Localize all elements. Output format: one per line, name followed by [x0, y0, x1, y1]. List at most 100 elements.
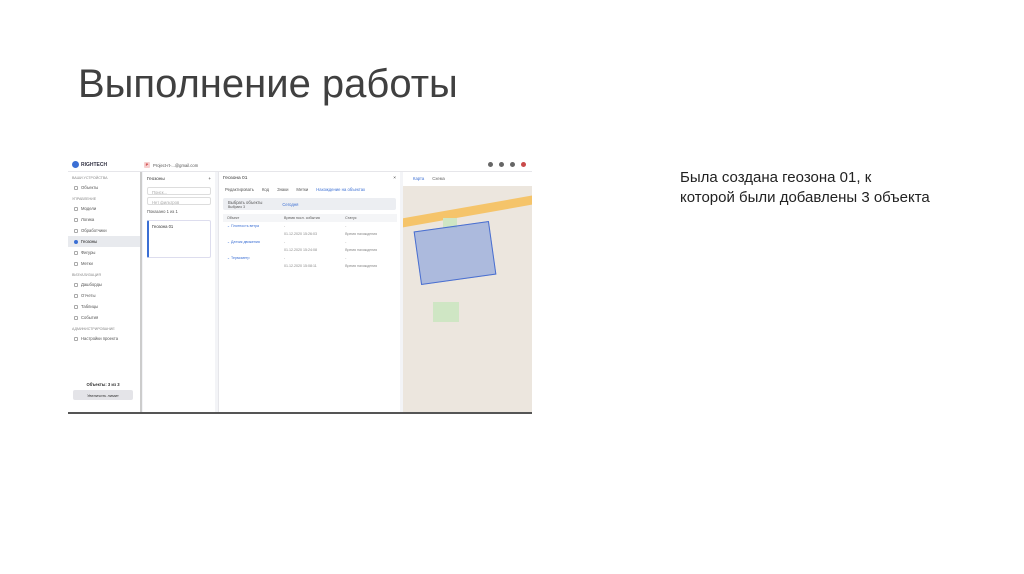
sidebar-item[interactable]: Настройки проекта: [68, 333, 140, 344]
object-name[interactable]: ⌄ Термометр: [223, 254, 280, 262]
logo: RIGHTECH: [72, 161, 107, 168]
geozone-name: Геозона 01: [152, 224, 174, 229]
sidebar-section: Управление: [72, 197, 97, 201]
sidebar-item-label: Настройки проекта: [81, 336, 119, 341]
geozone-list-panel: Геозоны + Поиск... Нет фильтров Показано …: [143, 172, 215, 412]
selected-count: Выбрано 3: [228, 204, 245, 209]
increase-limit-button[interactable]: Увеличить лимит: [73, 390, 133, 400]
item-icon: [74, 336, 78, 341]
sidebar-section: Администрирование: [72, 327, 115, 331]
sidebar-item[interactable]: Модели: [68, 203, 140, 214]
sidebar-item[interactable]: Фигуры: [68, 247, 140, 258]
geozone-card[interactable]: Геозона 01: [147, 220, 211, 258]
item-icon: [74, 228, 78, 233]
item-icon: [74, 261, 78, 266]
status: Время нахождения: [345, 264, 378, 268]
sidebar-item[interactable]: Геозоны: [68, 236, 140, 247]
object-name[interactable]: ⌄ Плотность ветра: [223, 222, 280, 230]
event-time: 01.12.2020 15:26:03: [284, 232, 318, 236]
filter-select[interactable]: Нет фильтров: [147, 197, 211, 205]
sidebar-item-label: Фигуры: [81, 250, 96, 255]
column-header: Объект: [223, 214, 281, 222]
sidebar-item[interactable]: Отчеты: [68, 290, 140, 301]
app-screenshot: RIGHTECH P Project-rt-...@gmail.com Ваши …: [68, 158, 532, 414]
item-icon: [74, 293, 78, 298]
detail-tab[interactable]: Метки: [296, 187, 308, 192]
item-icon: [74, 315, 78, 320]
sidebar-item[interactable]: Дашборды: [68, 279, 140, 290]
project-badge: P: [144, 162, 150, 168]
avatar[interactable]: [521, 162, 526, 167]
map-park: [433, 302, 459, 322]
table-row-detail: 01.12.2020 15:24:08 Время нахождения: [223, 246, 397, 254]
table-row-detail: 01.12.2020 15:26:03 Время нахождения: [223, 230, 397, 238]
bell-icon[interactable]: [499, 162, 504, 167]
status: Время нахождения: [345, 232, 378, 236]
help-icon[interactable]: [488, 162, 493, 167]
detail-tab[interactable]: Нахождение на объектах: [316, 187, 365, 192]
sidebar: Ваши устройства Объекты Управление Модели Ло…: [68, 172, 142, 412]
list-title: Геозоны: [147, 176, 165, 181]
project-selector[interactable]: P Project-rt-...@gmail.com: [144, 162, 198, 168]
mail-icon[interactable]: [510, 162, 515, 167]
sidebar-item[interactable]: Метки: [68, 258, 140, 269]
detail-title[interactable]: Геозона 01: [223, 176, 247, 181]
sidebar-item[interactable]: Логика: [68, 214, 140, 225]
object-name[interactable]: ⌄ Датчик движения: [223, 238, 280, 246]
sidebar-item-label: Логика: [81, 217, 95, 222]
shown-count: Показано 1 из 1: [147, 209, 178, 214]
sidebar-item-label: События: [81, 315, 99, 320]
detail-tab[interactable]: Редактировать: [225, 187, 254, 192]
sidebar-section: Ваши устройства: [72, 176, 108, 180]
table-row[interactable]: ⌄ Датчик движения - -: [223, 238, 397, 246]
add-icon[interactable]: +: [208, 176, 211, 181]
item-icon: [74, 239, 78, 244]
object-label: Плотность ветра: [231, 224, 259, 228]
sidebar-item-label: Метки: [81, 261, 93, 266]
map[interactable]: Карта Схема: [403, 172, 532, 412]
item-icon: [74, 282, 78, 287]
column-header: Время посл. события: [280, 214, 342, 222]
project-name: Project-rt-...@gmail.com: [153, 162, 199, 168]
table-row[interactable]: ⌄ Плотность ветра - -: [223, 222, 397, 230]
item-icon: [74, 304, 78, 309]
detail-tab[interactable]: Знаки: [277, 187, 288, 192]
table-row[interactable]: ⌄ Термометр - -: [223, 254, 397, 262]
item-icon: [74, 217, 78, 222]
table-row-detail: 01.12.2020 15:08:11 Время нахождения: [223, 262, 397, 270]
detail-tab[interactable]: Код: [262, 187, 269, 192]
period-select[interactable]: Сегодня: [282, 202, 298, 207]
select-objects-button[interactable]: Выбрать объекты Выбрано 3: [228, 200, 262, 209]
event-time: 01.12.2020 15:24:08: [284, 248, 318, 252]
sidebar-item[interactable]: События: [68, 312, 140, 323]
item-icon: [74, 250, 78, 255]
close-icon[interactable]: ×: [393, 176, 396, 181]
sidebar-item-label: Таблицы: [81, 304, 99, 309]
top-bar: RIGHTECH P Project-rt-...@gmail.com: [68, 158, 532, 172]
logo-icon: [72, 161, 79, 168]
sidebar-item-label: Отчеты: [81, 293, 96, 298]
objects-table: Объект Время посл. события Статус ⌄ Плотнос…: [223, 214, 397, 270]
search-input[interactable]: Поиск...: [147, 187, 211, 195]
sidebar-item-label: Дашборды: [81, 282, 102, 287]
column-header: Статус: [341, 214, 397, 222]
item-icon: [74, 185, 78, 190]
select-label: Выбрать объекты: [228, 199, 263, 205]
objects-limit: Объекты: 3 из 3: [86, 382, 120, 387]
sidebar-section: Визуализация: [72, 273, 101, 277]
object-label: Датчик движения: [231, 240, 260, 244]
sidebar-item[interactable]: Таблицы: [68, 301, 140, 312]
object-label: Термометр: [231, 256, 250, 260]
tab-scheme[interactable]: Схема: [432, 176, 445, 182]
slide-title: Выполнение работы: [78, 62, 458, 106]
sidebar-item[interactable]: Обработчики: [68, 225, 140, 236]
event-time: 01.12.2020 15:08:11: [284, 264, 317, 268]
slide-description: Была создана геозона 01, к которой были …: [680, 169, 930, 206]
sidebar-item-label: Объекты: [81, 185, 99, 190]
status: Время нахождения: [345, 248, 378, 252]
item-icon: [74, 206, 78, 211]
sidebar-item[interactable]: Объекты: [68, 182, 140, 193]
geozone-polygon[interactable]: [413, 220, 497, 286]
tab-map[interactable]: Карта: [413, 176, 424, 182]
sidebar-item-label: Геозоны: [81, 239, 98, 244]
